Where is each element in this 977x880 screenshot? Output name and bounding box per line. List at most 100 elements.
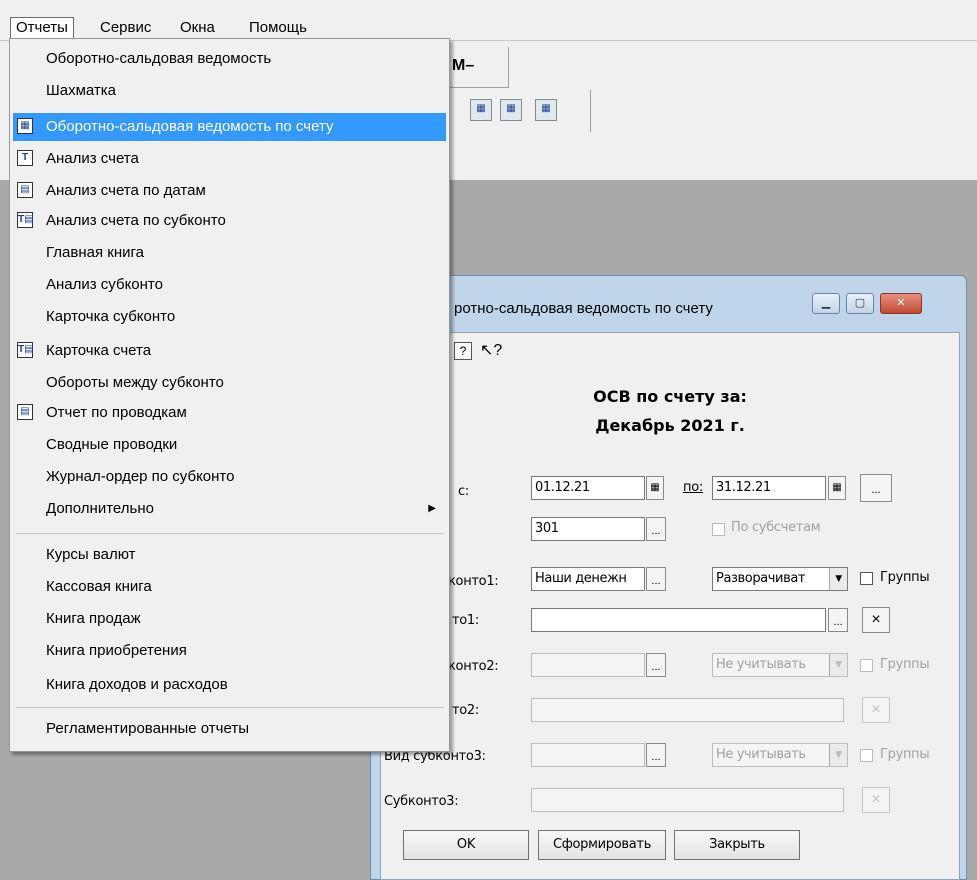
- minimize-button[interactable]: ▁: [812, 293, 840, 314]
- menu-item-label: Обороты между субконто: [46, 374, 224, 391]
- memory-minus-button[interactable]: M–: [452, 57, 474, 75]
- subconto1-kind-input[interactable]: Наши денежн: [531, 567, 645, 591]
- subconto1-kind-label: конто1:: [448, 574, 499, 589]
- menu-item-regulated-reports[interactable]: Регламентированные отчеты: [13, 715, 446, 743]
- period-select-button[interactable]: ...: [860, 474, 892, 502]
- menu-item-label: Анализ счета по субконто: [46, 212, 226, 229]
- toolbar-icon-3[interactable]: ▦: [535, 99, 557, 121]
- subconto1-mode-select[interactable]: Разворачиват ▼: [712, 567, 848, 591]
- subconto1-input[interactable]: [531, 608, 826, 632]
- subconto3-kind-input[interactable]: [531, 743, 645, 767]
- report-period: Декабрь 2021 г.: [595, 416, 745, 435]
- by-subaccounts-checkbox[interactable]: [712, 523, 725, 536]
- menu-item-cash-book[interactable]: Кассовая книга: [13, 573, 446, 601]
- close-button[interactable]: Закрыть: [674, 830, 800, 860]
- menu-item-label: Дополнительно: [46, 500, 154, 517]
- menu-item-account-analysis[interactable]: T Анализ счета: [13, 145, 446, 173]
- menu-item-summary-entries[interactable]: Сводные проводки: [13, 431, 446, 459]
- groups2-label: Группы: [880, 657, 930, 672]
- toolbar-icon-1[interactable]: ▦: [470, 99, 492, 121]
- menu-item-subconto-card[interactable]: Карточка субконто: [13, 303, 446, 331]
- menu-item-label: Сводные проводки: [46, 436, 178, 453]
- subconto2-kind-select-button[interactable]: ...: [646, 653, 666, 677]
- maximize-button[interactable]: ▢: [846, 293, 874, 314]
- menu-windows[interactable]: Окна: [175, 19, 220, 37]
- subconto3-label: Субконто3:: [384, 794, 459, 809]
- date-from-input[interactable]: 01.12.21: [531, 476, 645, 500]
- account-input[interactable]: 301: [531, 517, 645, 541]
- subconto2-mode-select[interactable]: Не учитывать ▼: [712, 653, 848, 677]
- subconto1-kind-select-button[interactable]: ...: [646, 567, 666, 591]
- subconto3-kind-select-button[interactable]: ...: [646, 743, 666, 767]
- calendar-to-icon[interactable]: ▦: [828, 476, 846, 500]
- groups3-checkbox[interactable]: [860, 749, 873, 762]
- menu-item-label: Книга приобретения: [46, 642, 187, 659]
- menu-item-label: Оборотно-сальдовая ведомость: [46, 50, 272, 67]
- menu-item-account-analysis-subconto[interactable]: T▤ Анализ счета по субконто: [13, 207, 446, 235]
- subconto3-input[interactable]: [531, 788, 844, 812]
- menu-reports[interactable]: Отчеты: [10, 17, 74, 40]
- menu-item-chess[interactable]: Шахматка: [13, 77, 446, 105]
- chevron-down-icon[interactable]: ▼: [829, 568, 847, 590]
- subconto1-mode-value: Разворачиват: [716, 571, 806, 586]
- subconto2-input[interactable]: [531, 698, 844, 722]
- groups2-checkbox[interactable]: [860, 659, 873, 672]
- menu-item-account-analysis-dates[interactable]: ▤ Анализ счета по датам: [13, 177, 446, 205]
- subconto3-clear-button[interactable]: ×: [862, 787, 890, 813]
- report-heading: ОСВ по счету за:: [593, 387, 747, 406]
- menu-item-income-expense-book[interactable]: Книга доходов и расходов: [13, 671, 446, 699]
- menu-item-exchange-rates[interactable]: Курсы валют: [13, 541, 446, 569]
- entries-report-icon: ▤: [17, 404, 33, 420]
- chevron-down-icon[interactable]: ▼: [829, 744, 847, 766]
- menu-item-label: Курсы валют: [46, 546, 136, 563]
- menu-item-account-card[interactable]: T▤ Карточка счета: [13, 337, 446, 365]
- menu-item-label: Карточка счета: [46, 342, 152, 359]
- build-report-button[interactable]: Сформировать: [538, 830, 666, 860]
- menu-item-label: Анализ счета по датам: [46, 182, 206, 199]
- menu-item-label: Главная книга: [46, 244, 144, 261]
- menu-item-label: Анализ счета: [46, 150, 139, 167]
- menu-item-label: Регламентированные отчеты: [46, 720, 249, 737]
- account-select-button[interactable]: ...: [646, 517, 666, 541]
- chevron-down-icon[interactable]: ▼: [829, 654, 847, 676]
- dialog-toolbar: ? ↖?: [454, 340, 502, 360]
- menu-help[interactable]: Помощь: [244, 19, 312, 37]
- subconto1-select-button[interactable]: ...: [828, 608, 848, 632]
- subconto2-clear-button[interactable]: ×: [862, 697, 890, 723]
- menu-item-label: Шахматка: [46, 82, 117, 99]
- subconto3-mode-select[interactable]: Не учитывать ▼: [712, 743, 848, 767]
- menu-item-label: Кассовая книга: [46, 578, 152, 595]
- context-help-icon[interactable]: ↖?: [480, 342, 502, 359]
- menu-item-sales-book[interactable]: Книга продаж: [13, 605, 446, 633]
- ok-button[interactable]: OK: [403, 830, 529, 860]
- close-window-button[interactable]: ✕: [880, 293, 922, 314]
- menu-item-journal-order[interactable]: Журнал-ордер по субконто: [13, 463, 446, 491]
- dialog-title: ротно-сальдовая ведомость по счету: [454, 300, 713, 317]
- menu-item-purchase-book[interactable]: Книга приобретения: [13, 637, 446, 665]
- menu-item-osv[interactable]: Оборотно-сальдовая ведомость: [13, 45, 446, 73]
- subconto2-kind-input[interactable]: [531, 653, 645, 677]
- subconto1-clear-button[interactable]: ×: [862, 607, 890, 633]
- groups3-label: Группы: [880, 747, 930, 762]
- menu-item-osv-by-account[interactable]: ▦ Оборотно-сальдовая ведомость по счету: [13, 113, 446, 141]
- help-icon[interactable]: ?: [454, 342, 472, 360]
- menu-item-additional[interactable]: Дополнительно ▶: [13, 495, 446, 523]
- subconto2-label: то2:: [452, 703, 479, 718]
- document-t-icon: T: [17, 150, 33, 166]
- menu-item-subconto-analysis[interactable]: Анализ субконто: [13, 271, 446, 299]
- menu-item-entries-report[interactable]: ▤ Отчет по проводкам: [13, 399, 446, 427]
- menu-item-label: Отчет по проводкам: [46, 404, 187, 421]
- menu-item-subconto-turnovers[interactable]: Обороты между субконто: [13, 369, 446, 397]
- groups1-checkbox[interactable]: [860, 572, 873, 585]
- subconto3-mode-value: Не учитывать: [716, 747, 806, 762]
- by-subaccounts-label: По субсчетам: [731, 520, 821, 535]
- date-to-input[interactable]: 31.12.21: [712, 476, 826, 500]
- reports-dropdown-menu: Оборотно-сальдовая ведомость Шахматка ▦ …: [9, 38, 450, 752]
- menu-item-general-ledger[interactable]: Главная книга: [13, 239, 446, 267]
- menu-service[interactable]: Сервис: [95, 19, 156, 37]
- toolbar-memory: M–: [440, 47, 509, 88]
- calendar-from-icon[interactable]: ▦: [646, 476, 664, 500]
- toolbar-icon-2[interactable]: ▦: [500, 99, 522, 121]
- to-label: по:: [683, 480, 703, 495]
- menu-item-label: Журнал-ордер по субконто: [46, 468, 235, 485]
